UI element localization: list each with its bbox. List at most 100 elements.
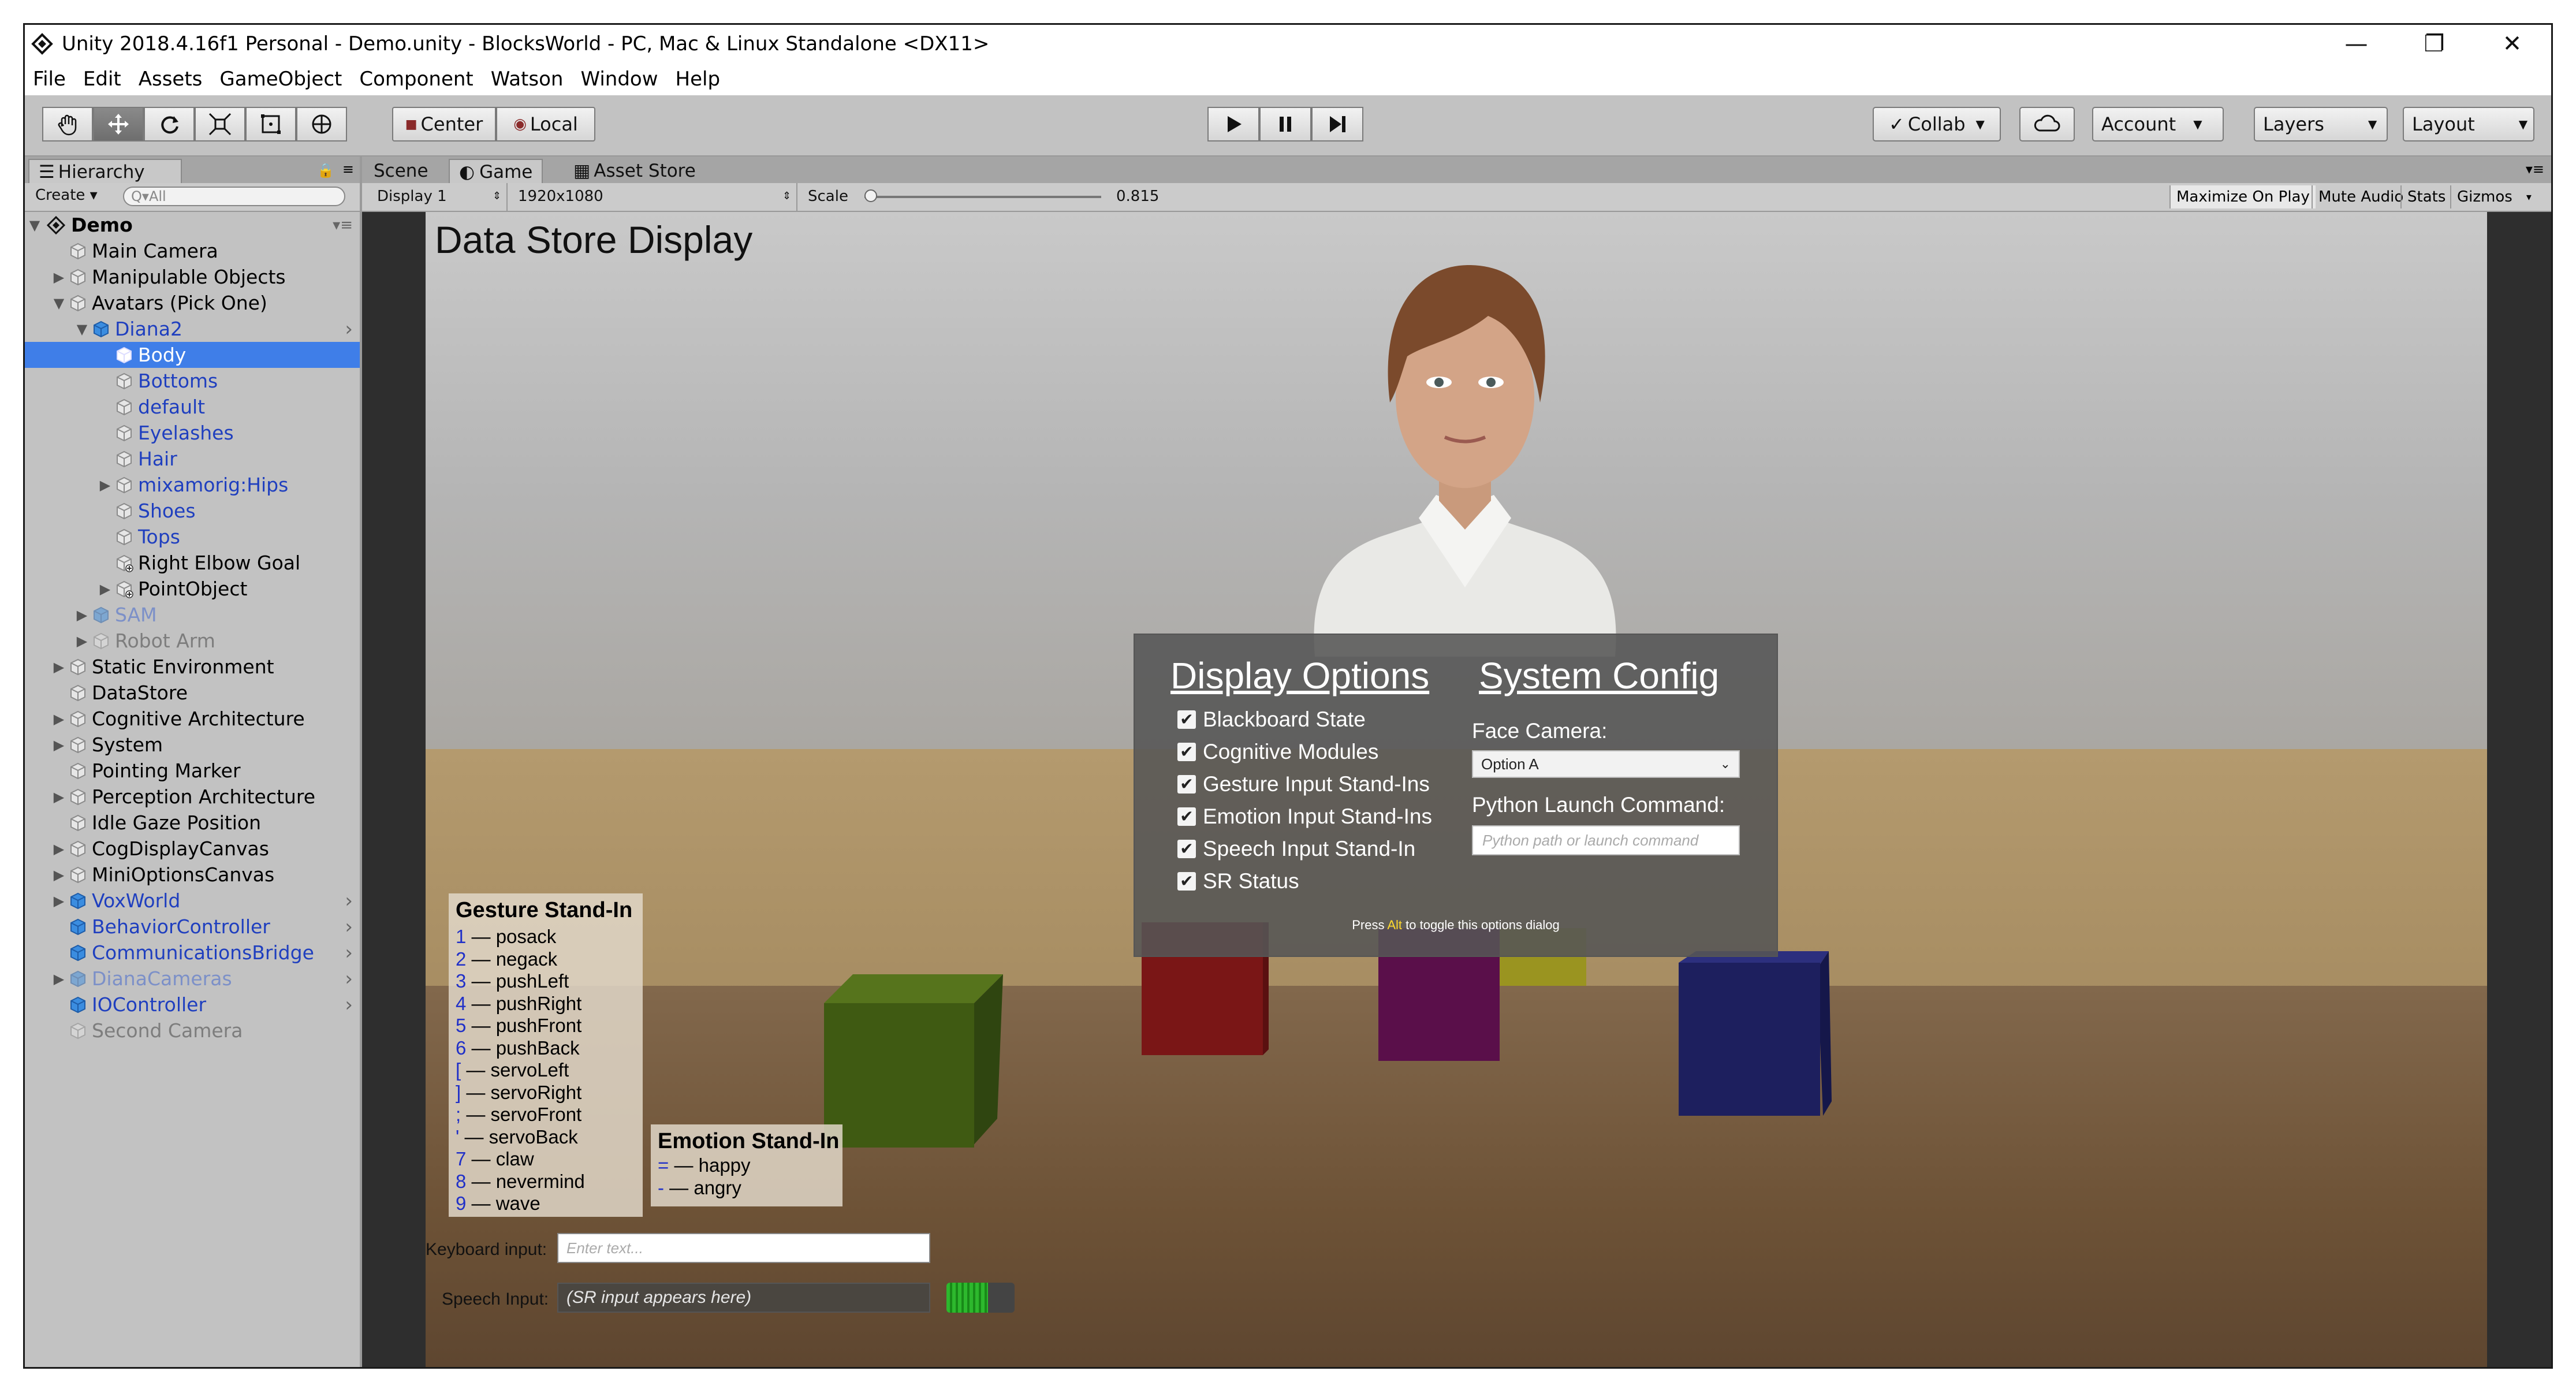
chevron-right-icon[interactable]: › xyxy=(345,967,353,990)
menu-edit[interactable]: Edit xyxy=(83,68,121,91)
gesture-stand-ins-checkbox[interactable]: ✔ Gesture Input Stand-Ins xyxy=(1177,770,1430,799)
scene-root-row[interactable]: ▼ Demo ▾≡ xyxy=(25,212,360,238)
keyboard-input-field[interactable]: Enter text... xyxy=(557,1233,930,1263)
hierarchy-row[interactable]: Tops xyxy=(25,524,360,550)
pivot-space-button[interactable]: ◉ Local xyxy=(496,107,595,141)
hierarchy-search-input[interactable]: Q▾All xyxy=(123,187,345,206)
tab-hierarchy[interactable]: ☰ Hierarchy xyxy=(28,159,182,184)
hierarchy-row[interactable]: ▼ Avatars (Pick One) xyxy=(25,290,360,316)
hierarchy-row[interactable]: ▼ Diana2 › xyxy=(25,316,360,342)
account-dropdown[interactable]: Account ▼ xyxy=(2092,107,2224,141)
display-dropdown[interactable]: Display 1 xyxy=(377,188,447,205)
face-camera-select[interactable]: Option A ⌄ xyxy=(1472,750,1740,778)
hierarchy-row[interactable]: Second Camera xyxy=(25,1018,360,1044)
mute-audio-toggle[interactable]: Mute Audio xyxy=(2312,185,2409,208)
hierarchy-row[interactable]: Idle Gaze Position xyxy=(25,810,360,836)
gizmos-dropdown[interactable]: Gizmos ▾ xyxy=(2450,185,2537,208)
chevron-right-icon[interactable]: › xyxy=(345,318,353,341)
hierarchy-row[interactable]: Shoes xyxy=(25,498,360,524)
stats-toggle[interactable]: Stats xyxy=(2400,185,2451,208)
cloud-button[interactable] xyxy=(2019,107,2075,141)
expand-arrow-icon[interactable]: ▶ xyxy=(51,269,66,285)
expand-arrow-icon[interactable]: ▶ xyxy=(51,737,66,753)
expand-arrow-icon[interactable]: ▶ xyxy=(51,711,66,727)
hierarchy-row[interactable]: Right Elbow Goal xyxy=(25,550,360,576)
expand-arrow-icon[interactable]: ▶ xyxy=(74,633,90,649)
hierarchy-row[interactable]: ▶ MiniOptionsCanvas xyxy=(25,862,360,888)
minimize-button[interactable]: — xyxy=(2317,25,2395,63)
hierarchy-row[interactable]: ▶ Static Environment xyxy=(25,654,360,680)
menu-watson[interactable]: Watson xyxy=(491,68,564,91)
cognitive-modules-checkbox[interactable]: ✔ Cognitive Modules xyxy=(1177,737,1378,766)
transform-tool-button[interactable] xyxy=(296,107,347,141)
hierarchy-row[interactable]: Main Camera xyxy=(25,238,360,264)
menu-gameobject[interactable]: GameObject xyxy=(219,68,342,91)
hierarchy-row[interactable]: Body xyxy=(25,342,360,368)
hierarchy-row[interactable]: ▶ Perception Architecture xyxy=(25,784,360,810)
collab-dropdown[interactable]: ✓ Collab ▼ xyxy=(1873,107,2001,141)
hierarchy-row[interactable]: ▶ PointObject xyxy=(25,576,360,602)
rotate-tool-button[interactable] xyxy=(144,107,195,141)
pivot-center-button[interactable]: ■ Center xyxy=(392,107,496,141)
panel-menu-icon[interactable]: ≡ xyxy=(342,161,354,177)
expand-arrow-icon[interactable]: ▶ xyxy=(51,893,66,909)
menu-assets[interactable]: Assets xyxy=(139,68,203,91)
layers-dropdown[interactable]: Layers ▼ xyxy=(2254,107,2388,141)
scale-slider-thumb[interactable] xyxy=(864,189,877,202)
scene-menu-icon[interactable]: ▾≡ xyxy=(333,217,353,234)
hierarchy-row[interactable]: Hair xyxy=(25,446,360,472)
chevron-right-icon[interactable]: › xyxy=(345,941,353,964)
hierarchy-row[interactable]: BehaviorController › xyxy=(25,914,360,940)
expand-arrow-icon[interactable]: ▶ xyxy=(98,581,113,597)
tab-game[interactable]: ◐ Game xyxy=(449,159,543,184)
menu-help[interactable]: Help xyxy=(676,68,721,91)
expand-arrow-icon[interactable]: ▶ xyxy=(74,607,90,623)
scale-slider-track[interactable] xyxy=(864,189,1101,202)
resolution-dropdown[interactable]: 1920x1080 xyxy=(518,188,603,205)
emotion-stand-ins-checkbox[interactable]: ✔ Emotion Input Stand-Ins xyxy=(1177,802,1432,831)
hierarchy-row[interactable]: ▶ Robot Arm xyxy=(25,628,360,654)
expand-arrow-icon[interactable]: ▶ xyxy=(51,841,66,857)
tab-scene[interactable]: Scene xyxy=(364,159,438,183)
hierarchy-row[interactable]: CommunicationsBridge › xyxy=(25,940,360,966)
expand-arrow-icon[interactable]: ▶ xyxy=(51,659,66,675)
expand-arrow-icon[interactable]: ▶ xyxy=(51,867,66,883)
menu-file[interactable]: File xyxy=(33,68,66,91)
menu-window[interactable]: Window xyxy=(580,68,658,91)
expand-arrow-icon[interactable]: ▶ xyxy=(98,477,113,493)
layout-dropdown[interactable]: Layout ▼ xyxy=(2403,107,2534,141)
pause-button[interactable] xyxy=(1259,107,1311,141)
close-button[interactable]: ✕ xyxy=(2473,25,2551,63)
panel-menu-icon[interactable]: ▾≡ xyxy=(2526,161,2544,177)
hierarchy-row[interactable]: ▶ mixamorig:Hips xyxy=(25,472,360,498)
blackboard-state-checkbox[interactable]: ✔ Blackboard State xyxy=(1177,705,1366,734)
hierarchy-row[interactable]: Eyelashes xyxy=(25,420,360,446)
collapse-arrow-icon[interactable]: ▼ xyxy=(51,295,66,311)
hand-tool-button[interactable] xyxy=(42,107,93,141)
hierarchy-row[interactable]: ▶ DianaCameras › xyxy=(25,966,360,992)
sr-status-checkbox[interactable]: ✔ SR Status xyxy=(1177,867,1299,896)
hierarchy-row[interactable]: Bottoms xyxy=(25,368,360,394)
expand-arrow-icon[interactable]: ▶ xyxy=(51,789,66,805)
move-tool-button[interactable] xyxy=(93,107,144,141)
scale-tool-button[interactable] xyxy=(195,107,245,141)
hierarchy-row[interactable]: ▶ Cognitive Architecture xyxy=(25,706,360,732)
hierarchy-row[interactable]: Pointing Marker xyxy=(25,758,360,784)
restore-button[interactable]: ❐ xyxy=(2395,25,2473,63)
menu-component[interactable]: Component xyxy=(359,68,473,91)
hierarchy-row[interactable]: DataStore xyxy=(25,680,360,706)
play-button[interactable] xyxy=(1207,107,1259,141)
step-button[interactable] xyxy=(1311,107,1363,141)
tab-asset-store[interactable]: ▦ Asset Store xyxy=(564,159,705,183)
python-launch-input[interactable]: Python path or launch command xyxy=(1472,825,1740,855)
hierarchy-row[interactable]: ▶ SAM xyxy=(25,602,360,628)
hierarchy-row[interactable]: ▶ CogDisplayCanvas xyxy=(25,836,360,862)
hierarchy-row[interactable]: default xyxy=(25,394,360,420)
collapse-arrow-icon[interactable]: ▼ xyxy=(74,321,90,337)
chevron-right-icon[interactable]: › xyxy=(345,915,353,938)
chevron-right-icon[interactable]: › xyxy=(345,889,353,912)
speech-stand-in-checkbox[interactable]: ✔ Speech Input Stand-In xyxy=(1177,835,1415,863)
rect-tool-button[interactable] xyxy=(245,107,296,141)
hierarchy-row[interactable]: ▶ Manipulable Objects xyxy=(25,264,360,290)
maximize-on-play-toggle[interactable]: Maximize On Play xyxy=(2169,185,2316,208)
